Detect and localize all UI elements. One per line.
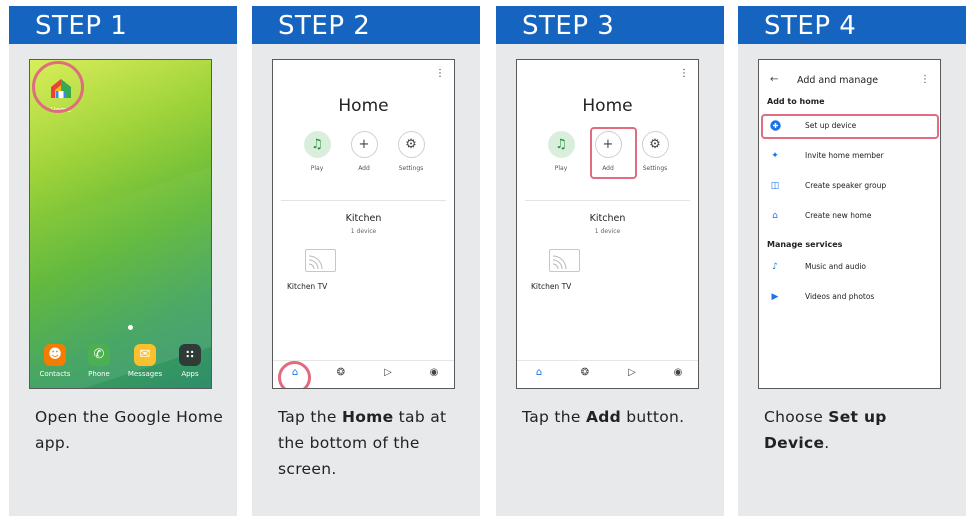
page-indicator: [128, 325, 133, 330]
menu-item-music-and-audio[interactable]: ♪ Music and audio: [759, 258, 940, 278]
add-button[interactable]: + Add: [344, 131, 384, 172]
more-menu-icon[interactable]: ⋮: [435, 68, 445, 79]
app-dock: ☻ Contacts ✆ Phone ✉ Messages ∷ Apps: [30, 338, 211, 388]
music-note-icon: ♪: [772, 262, 778, 272]
device-name: Kitchen TV: [287, 282, 328, 291]
menu-item-invite-home-member[interactable]: ✦ Invite home member: [759, 147, 940, 167]
action-row: ♫ Play + Add ⚙ Settings: [273, 131, 454, 181]
add-highlight-box: [590, 127, 637, 179]
room-device-count: 1 device: [350, 228, 377, 235]
menu-item-create-speaker-group[interactable]: ◫ Create speaker group: [759, 177, 940, 197]
contacts-icon: ☻: [44, 344, 66, 366]
divider: [525, 200, 690, 201]
back-arrow-icon[interactable]: ←: [770, 74, 778, 85]
bottom-nav: ⌂ ❂ ▷ ◉: [517, 360, 698, 388]
menu-item-create-new-home[interactable]: ⌂ Create new home: [759, 207, 940, 227]
speaker-group-icon: ◫: [770, 181, 780, 191]
step-3-description: Tap the Add button.: [522, 408, 685, 426]
home-title: Home: [582, 96, 633, 116]
step-2-title: STEP 2: [252, 6, 480, 44]
plus-icon: +: [350, 131, 378, 158]
settings-button[interactable]: ⚙ Settings: [391, 131, 431, 172]
play-button[interactable]: ♫ Play: [297, 131, 337, 172]
media-tab-icon[interactable]: ▷: [378, 367, 398, 378]
device-name: Kitchen TV: [531, 282, 572, 291]
screen-header: ← Add and manage ⋮: [759, 74, 940, 88]
add-and-manage-screen: ← Add and manage ⋮ Add to home Set up de…: [758, 59, 941, 389]
home-tab-icon[interactable]: ⌂: [529, 367, 549, 378]
phone-icon: ✆: [88, 344, 110, 366]
step-3-card: STEP 3 ⋮ Home ♫ Play + Add ⚙ Settings Ki…: [496, 6, 724, 516]
google-home-screen: ⋮ Home ♫ Play + Add ⚙ Settings Kitchen 1…: [516, 59, 699, 389]
account-tab-icon[interactable]: ◉: [668, 367, 688, 378]
account-tab-icon[interactable]: ◉: [424, 367, 444, 378]
action-label: Play: [554, 165, 568, 172]
step-2-description: Tap the Home tab at the bottom of the sc…: [278, 408, 447, 478]
dock-app-apps[interactable]: ∷ Apps: [170, 344, 210, 378]
cast-tv-icon[interactable]: [549, 249, 580, 272]
dock-label: Contacts: [39, 370, 71, 378]
highlight-circle: [32, 61, 84, 113]
room-name: Kitchen: [345, 213, 382, 224]
action-label: Play: [310, 165, 324, 172]
more-menu-icon[interactable]: ⋮: [679, 68, 689, 79]
apps-icon: ∷: [179, 344, 201, 366]
dock-label: Messages: [127, 370, 163, 378]
settings-button[interactable]: ⚙ Settings: [635, 131, 675, 172]
menu-item-label: Music and audio: [805, 262, 866, 271]
section-heading: Add to home: [767, 97, 825, 106]
discover-tab-icon[interactable]: ❂: [575, 367, 595, 378]
menu-item-label: Create speaker group: [805, 181, 887, 190]
home-title: Home: [338, 96, 389, 116]
step-1-description: Open the Google Home app.: [35, 408, 224, 452]
menu-item-label: Videos and photos: [805, 292, 875, 301]
action-label: Add: [358, 165, 370, 172]
discover-tab-icon[interactable]: ❂: [331, 367, 351, 378]
google-home-screen: ⋮ Home ♫ Play + Add ⚙ Settings Kitchen 1…: [272, 59, 455, 389]
divider: [281, 200, 446, 201]
dock-app-contacts[interactable]: ☻ Contacts: [35, 344, 75, 378]
menu-item-label: Create new home: [805, 211, 872, 220]
gear-icon: ⚙: [641, 131, 669, 158]
step-4-title: STEP 4: [738, 6, 966, 44]
dock-app-messages[interactable]: ✉ Messages: [125, 344, 165, 378]
menu-item-videos-and-photos[interactable]: ▶ Videos and photos: [759, 288, 940, 308]
step-1-card: STEP 1 Home ☻ Contacts ✆ Phone ✉ Message…: [9, 6, 237, 516]
step-2-card: STEP 2 ⋮ Home ♫ Play + Add ⚙ Settings Ki…: [252, 6, 480, 516]
music-note-icon: ♫: [547, 131, 575, 158]
dock-label: Phone: [88, 370, 110, 378]
media-tab-icon[interactable]: ▷: [622, 367, 642, 378]
highlight-circle: [278, 361, 311, 388]
android-home-screen: Home ☻ Contacts ✆ Phone ✉ Messages ∷ App…: [29, 59, 212, 389]
gear-icon: ⚙: [397, 131, 425, 158]
step-4-description: Choose Set up Device.: [764, 408, 887, 452]
music-note-icon: ♫: [303, 131, 331, 158]
step-1-title: STEP 1: [9, 6, 237, 44]
menu-item-label: Invite home member: [805, 151, 884, 160]
room-name: Kitchen: [589, 213, 626, 224]
set-up-device-highlight-box: [761, 114, 939, 139]
dock-label: Apps: [181, 370, 199, 378]
room-device-count: 1 device: [594, 228, 621, 235]
home-icon: ⌂: [772, 211, 778, 221]
action-label: Settings: [642, 165, 668, 172]
section-heading: Manage services: [767, 240, 843, 249]
play-button[interactable]: ♫ Play: [541, 131, 581, 172]
messages-icon: ✉: [134, 344, 156, 366]
step-3-title: STEP 3: [496, 6, 724, 44]
person-add-icon: ✦: [771, 151, 779, 161]
action-label: Settings: [398, 165, 424, 172]
more-menu-icon[interactable]: ⋮: [920, 74, 930, 85]
video-icon: ▶: [771, 292, 779, 302]
step-4-card: STEP 4 ← Add and manage ⋮ Add to home Se…: [738, 6, 966, 516]
screen-title: Add and manage: [797, 75, 879, 86]
cast-tv-icon[interactable]: [305, 249, 336, 272]
dock-app-phone[interactable]: ✆ Phone: [79, 344, 119, 378]
